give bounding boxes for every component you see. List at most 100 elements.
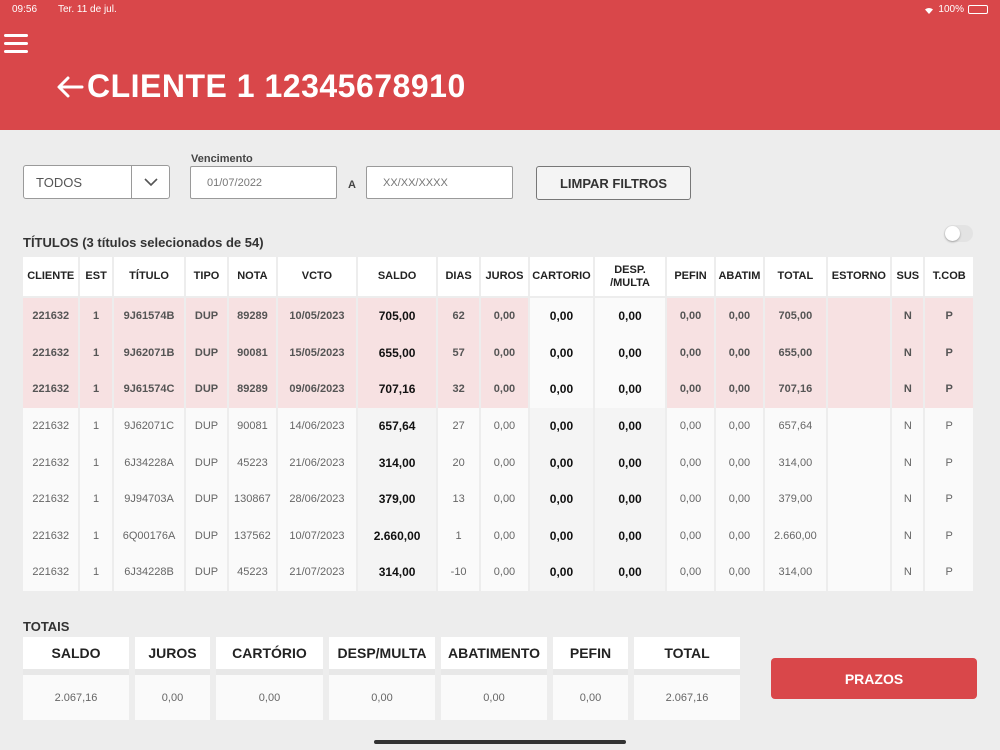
table-cell: 379,00 — [357, 480, 437, 518]
select-value: TODOS — [36, 174, 82, 190]
table-cell: DUP — [186, 371, 227, 408]
table-cell: N — [892, 298, 924, 335]
table-cell: 14/06/2023 — [278, 407, 356, 445]
table-cell: 09/06/2023 — [278, 371, 356, 408]
column-header[interactable]: CARTORIO — [530, 257, 593, 298]
table-cell: 314,00 — [765, 444, 826, 481]
table-cell: 6Q00176A — [113, 517, 185, 555]
table-cell: N — [892, 554, 924, 591]
table-cell: P — [925, 444, 973, 481]
table-cell: 705,00 — [765, 298, 826, 335]
table-row[interactable]: 221632 1 9J61574C DUP 89289 09/06/2023 707,16 3… — [23, 371, 973, 408]
totais-table: SALDO JUROS CARTÓRIO DESP/MULTA ABATIMENTO PE… — [17, 637, 746, 720]
column-header[interactable]: TIPO — [186, 257, 227, 298]
table-cell: 13 — [438, 480, 479, 518]
column-header[interactable]: ESTORNO — [827, 257, 891, 298]
date-to-input[interactable]: XX/XX/XXXX — [366, 166, 513, 199]
column-header[interactable]: DIAS — [438, 257, 479, 298]
table-cell: 0,00 — [594, 517, 666, 555]
column-header[interactable]: JUROS — [480, 257, 529, 298]
column-header[interactable]: EST — [80, 257, 112, 298]
table-cell: 657,64 — [765, 407, 826, 445]
table-cell: 32 — [438, 371, 479, 408]
column-header[interactable]: TOTAL — [765, 257, 826, 298]
column-header[interactable]: CLIENTE — [23, 257, 79, 298]
table-cell: 0,00 — [594, 480, 666, 518]
table-cell: 0,00 — [667, 298, 714, 335]
table-cell: 0,00 — [480, 554, 529, 591]
table-cell: 9J61574C — [113, 371, 185, 408]
column-header[interactable]: SUS — [892, 257, 924, 298]
table-cell: 221632 — [23, 444, 79, 481]
table-cell: 62 — [438, 298, 479, 335]
table-cell — [827, 554, 891, 591]
totais-header: DESP/MULTA — [329, 637, 435, 675]
table-cell: 655,00 — [357, 334, 437, 372]
table-cell: 0,00 — [667, 407, 714, 445]
table-cell: 0,00 — [530, 334, 593, 372]
table-cell: 0,00 — [480, 407, 529, 445]
table-cell: 0,00 — [530, 517, 593, 555]
totais-value: 0,00 — [329, 675, 435, 720]
table-cell: 10/05/2023 — [278, 298, 356, 335]
table-row[interactable]: 221632 1 9J61574B DUP 89289 10/05/2023 705,00 6… — [23, 298, 973, 335]
table-cell: 0,00 — [715, 298, 764, 335]
hamburger-menu-icon[interactable] — [4, 34, 28, 54]
table-cell: 1 — [80, 407, 112, 445]
table-cell: 221632 — [23, 334, 79, 372]
table-cell: P — [925, 298, 973, 335]
table-cell: 1 — [80, 334, 112, 372]
table-row[interactable]: 221632 1 6J34228B DUP 45223 21/07/2023 314,00-… — [23, 554, 973, 591]
column-header[interactable]: NOTA — [228, 257, 277, 298]
table-cell: 57 — [438, 334, 479, 372]
prazos-button[interactable]: PRAZOS — [771, 658, 977, 699]
table-cell: 0,00 — [594, 407, 666, 445]
table-cell — [827, 480, 891, 518]
column-header[interactable]: SALDO — [357, 257, 437, 298]
table-cell: 0,00 — [480, 371, 529, 408]
home-indicator[interactable] — [374, 740, 626, 744]
back-arrow-icon[interactable] — [55, 72, 85, 102]
table-cell — [827, 517, 891, 555]
table-cell: 657,64 — [357, 407, 437, 445]
table-cell: 705,00 — [357, 298, 437, 335]
select-all-toggle[interactable] — [944, 225, 973, 242]
table-cell: 0,00 — [594, 298, 666, 335]
column-header[interactable]: ABATIM — [715, 257, 764, 298]
column-header[interactable]: PEFIN — [667, 257, 714, 298]
table-cell: 1 — [80, 444, 112, 481]
column-header[interactable]: T.COB — [925, 257, 973, 298]
table-cell: 221632 — [23, 480, 79, 518]
table-cell: 45223 — [228, 554, 277, 591]
table-cell: 28/06/2023 — [278, 480, 356, 518]
table-cell: 0,00 — [530, 480, 593, 518]
totais-header: CARTÓRIO — [216, 637, 323, 675]
table-cell: 0,00 — [480, 298, 529, 335]
date-from-input[interactable]: 01/07/2022 — [190, 166, 337, 199]
totais-value: 0,00 — [135, 675, 210, 720]
table-cell: 15/05/2023 — [278, 334, 356, 372]
table-row[interactable]: 221632 1 9J94703A DUP 130867 28/06/2023 379,00… — [23, 480, 973, 518]
clear-filters-button[interactable]: LIMPAR FILTROS — [536, 166, 691, 200]
column-header[interactable]: VCTO — [278, 257, 356, 298]
table-row[interactable]: 221632 1 6J34228A DUP 45223 21/06/2023 314,00 2… — [23, 444, 973, 481]
table-cell: 221632 — [23, 554, 79, 591]
status-date: Ter. 11 de jul. — [58, 4, 117, 15]
page-title: CLIENTE 1 12345678910 — [87, 68, 466, 104]
table-row[interactable]: 221632 1 9J62071C DUP 90081 14/06/2023 657,64 2… — [23, 407, 973, 445]
table-cell: 45223 — [228, 444, 277, 481]
table-cell: 0,00 — [530, 298, 593, 335]
table-cell: 0,00 — [667, 371, 714, 408]
table-cell: 10/07/2023 — [278, 517, 356, 555]
table-cell: N — [892, 371, 924, 408]
table-row[interactable]: 221632 1 9J62071B DUP 90081 15/05/2023 655,00 5… — [23, 334, 973, 372]
table-row[interactable]: 221632 1 6Q00176A DUP 137562 10/07/2023 2.660,… — [23, 517, 973, 555]
table-cell: 221632 — [23, 517, 79, 555]
app-header: 09:56 Ter. 11 de jul. 100% CLIENTE 1 123… — [0, 0, 1000, 130]
column-header[interactable]: DESP. /MULTA — [594, 257, 666, 298]
totais-value: 2.067,16 — [23, 675, 129, 720]
chevron-down-icon[interactable] — [131, 166, 169, 198]
table-cell: DUP — [186, 517, 227, 555]
column-header[interactable]: TÍTULO — [113, 257, 185, 298]
status-filter-select[interactable]: TODOS — [23, 165, 170, 199]
